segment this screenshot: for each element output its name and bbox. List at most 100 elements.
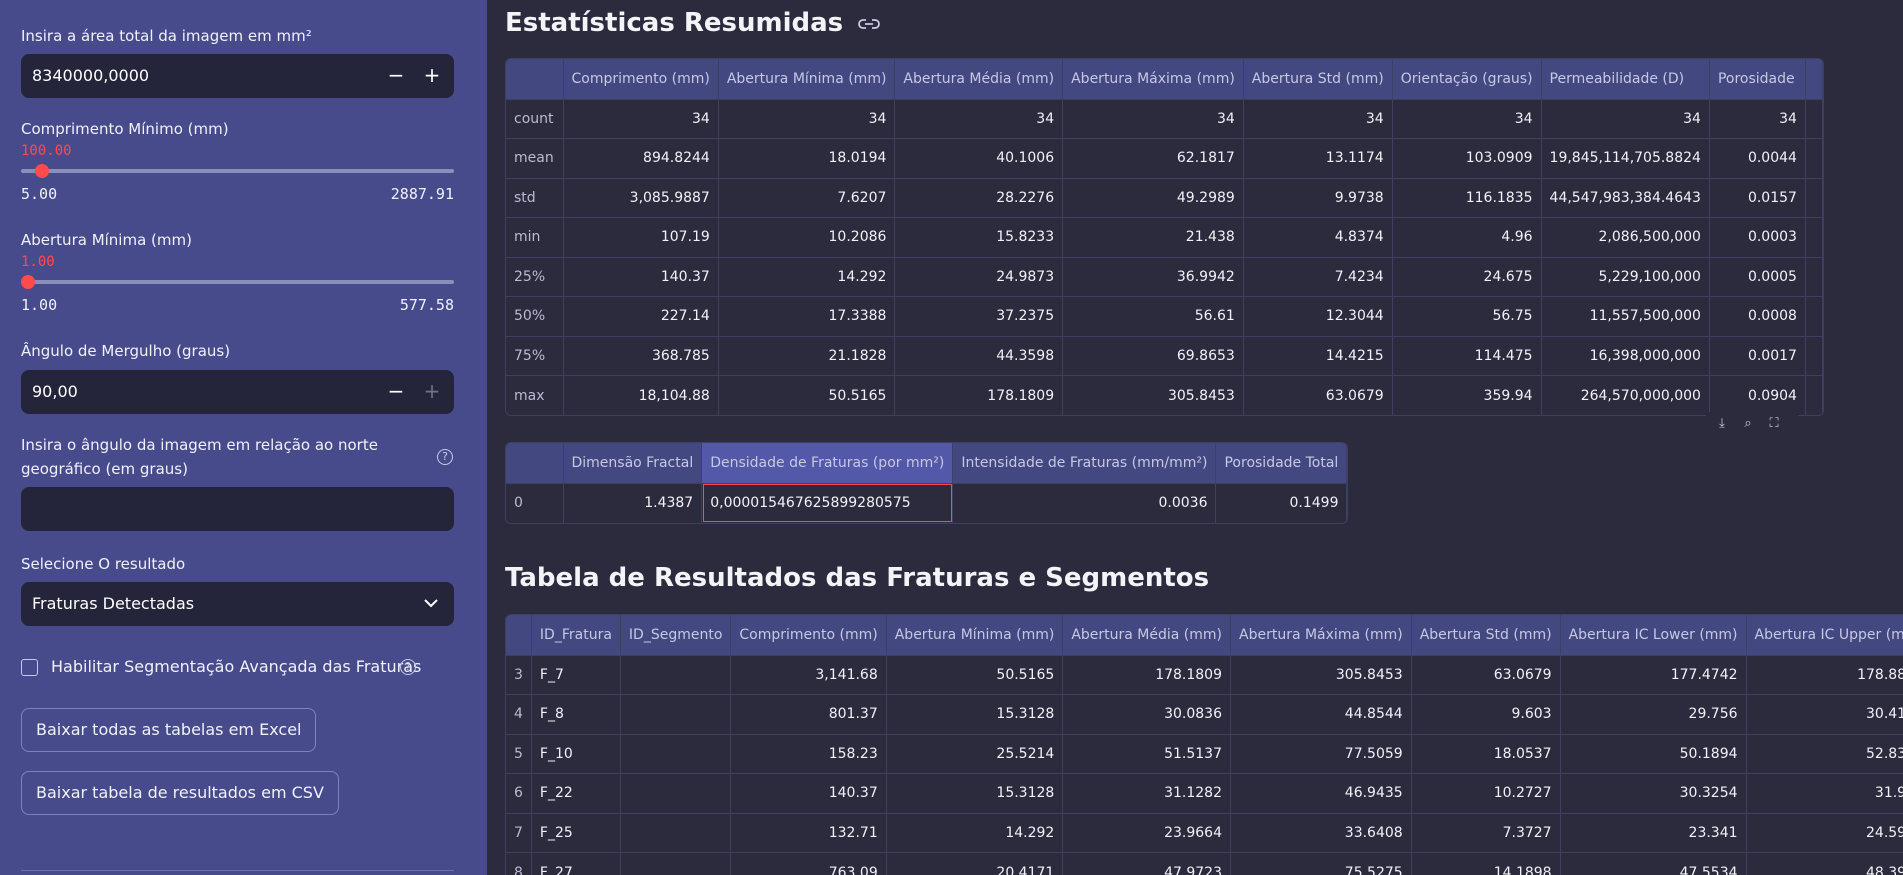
table-cell: 36.9942 [1062, 256, 1244, 297]
column-header[interactable]: Porosidade [1709, 59, 1806, 99]
column-header[interactable]: Orientação (graus) [1392, 59, 1542, 99]
table-row[interactable]: 75% 368.785 21.1828 44.3598 69.8653 14.4215 11… [506, 335, 1823, 376]
min-length-label: Comprimento Mínimo (mm) [21, 120, 229, 138]
table-cell: 17.3388 [718, 296, 896, 336]
column-header[interactable]: Abertura Máxima (mm) [1062, 59, 1244, 99]
table-row[interactable]: mean 894.8244 18.0194 40.1006 62.1817 13.1174… [506, 138, 1823, 178]
help-icon[interactable]: ? [437, 449, 453, 465]
area-value[interactable]: 8340000,0000 [32, 66, 149, 85]
row-index: 5 [506, 733, 532, 774]
index-header[interactable] [506, 443, 564, 483]
column-header[interactable]: Porosidade Total [1215, 443, 1348, 483]
column-header[interactable]: Comprimento (mm) [730, 615, 887, 655]
area-increment-button[interactable]: + [418, 62, 446, 90]
fractal-table[interactable]: Dimensão Fractal Densidade de Fraturas (p… [505, 442, 1349, 524]
fullscreen-icon[interactable]: ⛶ [1764, 414, 1784, 434]
dip-decrement-button[interactable]: − [382, 378, 410, 406]
column-header[interactable]: Abertura IC Lower (mm) [1560, 615, 1747, 655]
column-header[interactable]: Dimensão Fractal [563, 443, 703, 483]
dip-increment-button[interactable]: + [418, 378, 446, 406]
column-header[interactable] [1805, 59, 1823, 99]
dip-angle-value[interactable]: 90,00 [32, 382, 78, 401]
result-select[interactable]: Fraturas Detectadas [21, 582, 454, 626]
stats-table[interactable]: Comprimento (mm) Abertura Mínima (mm) Aber… [505, 58, 1824, 416]
table-cell: 18.0194 [718, 138, 896, 178]
download-csv-button[interactable]: Baixar tabela de resultados em CSV [21, 771, 339, 815]
download-excel-button[interactable]: Baixar todas as tabelas em Excel [21, 708, 317, 752]
table-cell: 0.0005 [1709, 256, 1806, 297]
table-cell [1805, 375, 1823, 415]
table-cell: 178.8876 [1746, 654, 1903, 695]
column-header[interactable]: Abertura IC Upper (mm) [1746, 615, 1903, 655]
area-input[interactable]: 8340000,0000 − + [21, 54, 454, 98]
table-row[interactable]: min 107.19 10.2086 15.8233 21.438 4.8374 4.96 2… [506, 217, 1823, 257]
slider-handle[interactable] [34, 164, 49, 178]
table-row[interactable]: 8 F_27 763.09 20.4171 47.9723 75.5275 14.1898 4… [506, 852, 1903, 875]
column-header[interactable]: ID_Fratura [531, 615, 621, 655]
download-icon[interactable]: ⤓ [1712, 414, 1732, 434]
table-row[interactable]: 25% 140.37 14.292 24.9873 36.9942 7.4234 24.67… [506, 256, 1823, 297]
column-header[interactable]: Abertura Mínima (mm) [886, 615, 1064, 655]
table-cell [620, 733, 732, 774]
table-cell: F_7 [531, 654, 621, 695]
index-header[interactable] [506, 59, 564, 99]
column-header[interactable]: Abertura Std (mm) [1243, 59, 1393, 99]
search-icon[interactable]: ⌕ [1738, 414, 1758, 434]
table-row[interactable]: 0 1.4387 0,000015467625899280575 0.0036 0.14… [506, 482, 1348, 523]
column-header[interactable]: Comprimento (mm) [563, 59, 719, 99]
table-row[interactable]: 6 F_22 140.37 15.3128 31.1282 46.9435 10.2727 3… [506, 773, 1903, 813]
column-header[interactable]: Abertura Máxima (mm) [1230, 615, 1412, 655]
row-index: min [506, 217, 564, 257]
table-cell: 50.1894 [1560, 733, 1747, 774]
table-row[interactable]: 50% 227.14 17.3388 37.2375 56.61 12.3044 56.75… [506, 296, 1823, 336]
table-cell: 33.6408 [1230, 812, 1412, 853]
column-header[interactable]: Abertura Média (mm) [1062, 615, 1231, 655]
table-cell: 44.8544 [1230, 694, 1412, 734]
table-row[interactable]: 4 F_8 801.37 15.3128 30.0836 44.8544 9.603 29.7… [506, 694, 1903, 734]
link-icon[interactable] [858, 17, 881, 31]
index-header[interactable] [506, 615, 532, 655]
table-cell: 14.292 [886, 812, 1064, 853]
column-header[interactable]: Abertura Mínima (mm) [718, 59, 896, 99]
column-header[interactable]: Densidade de Fraturas (por mm²) [701, 443, 954, 483]
table-cell: 10.2727 [1411, 773, 1561, 813]
table-cell: 15.3128 [886, 773, 1064, 813]
column-header[interactable]: Permeabilidade (D) [1541, 59, 1710, 99]
table-row[interactable]: std 3,085.9887 7.6207 28.2276 49.2989 9.9738 1… [506, 177, 1823, 218]
chevron-down-icon[interactable] [424, 598, 438, 608]
slider-track[interactable] [21, 280, 454, 284]
table-row[interactable]: 5 F_10 158.23 25.5214 51.5137 77.5059 18.0537 5… [506, 733, 1903, 774]
table-cell: 52.8379 [1746, 733, 1903, 774]
row-index: 7 [506, 812, 532, 853]
table-row[interactable]: 3 F_7 3,141.68 50.5165 178.1809 305.8453 63.06… [506, 654, 1903, 695]
table-cell: 132.71 [730, 812, 887, 853]
slider-handle[interactable] [21, 275, 35, 289]
table-cell [1805, 217, 1823, 257]
column-header[interactable]: Abertura Std (mm) [1411, 615, 1561, 655]
stats-title: Estatísticas Resumidas [505, 8, 881, 38]
segmentation-checkbox[interactable] [21, 659, 38, 676]
table-cell: 140.37 [563, 256, 719, 297]
slider-track[interactable] [21, 169, 454, 173]
area-decrement-button[interactable]: − [382, 62, 410, 90]
table-row[interactable]: count 34 34 34 34 34 34 34 34 [506, 98, 1823, 139]
segmentation-label[interactable]: Habilitar Segmentação Avançada das Fratu… [51, 657, 421, 676]
dip-angle-input[interactable]: 90,00 − + [21, 370, 454, 414]
table-cell: F_27 [531, 852, 621, 875]
table-cell: 48.3913 [1746, 852, 1903, 875]
table-row[interactable]: max 18,104.88 50.5165 178.1809 305.8453 63.06… [506, 375, 1823, 415]
table-row[interactable]: 7 F_25 132.71 14.292 23.9664 33.6408 7.3727 23.… [506, 812, 1903, 853]
column-header[interactable]: Intensidade de Fraturas (mm/mm²) [952, 443, 1217, 483]
table-cell: 34 [1541, 98, 1710, 139]
table-cell: 20.4171 [886, 852, 1064, 875]
column-header[interactable]: Abertura Média (mm) [894, 59, 1064, 99]
column-header[interactable]: ID_Segmento [620, 615, 732, 655]
results-table[interactable]: ID_Fratura ID_Segmento Comprimento (mm) Abe… [505, 614, 1903, 875]
result-select-value[interactable]: Fraturas Detectadas [32, 594, 194, 613]
table-cell [1805, 98, 1823, 139]
table-cell: 3,085.9887 [563, 177, 719, 218]
table-cell: 4.8374 [1243, 217, 1393, 257]
north-angle-input[interactable] [21, 487, 454, 531]
help-icon[interactable]: ? [400, 659, 416, 675]
table-cell: 5,229,100,000 [1541, 256, 1710, 297]
